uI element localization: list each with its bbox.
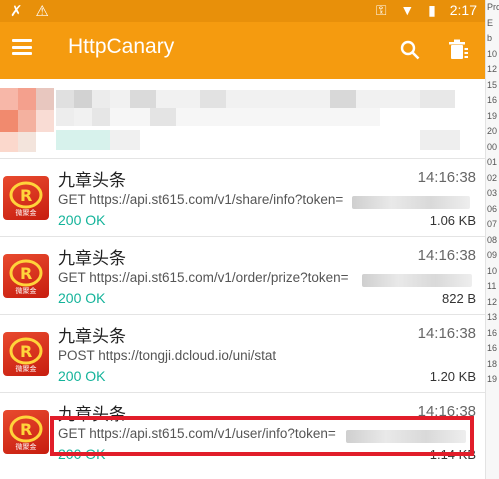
- svg-text:R: R: [20, 420, 32, 439]
- hamburger-menu-icon[interactable]: [12, 39, 32, 55]
- clock: 2:17: [449, 2, 477, 18]
- list-item[interactable]: R 微聚金 九章头条 14:16:38 POST https://tongji.…: [0, 314, 485, 393]
- background-window-label: Pro: [487, 2, 499, 12]
- background-window-label: 10: [487, 48, 498, 59]
- list-item[interactable]: R 微聚金 九章头条 14:16:38 GET https://api.st61…: [0, 158, 485, 237]
- background-window-label: b: [487, 33, 493, 43]
- signal-off-icon: ✗: [10, 2, 23, 20]
- background-window-label: 07: [487, 219, 498, 229]
- highlight-annotation-box: [50, 416, 474, 456]
- app-title: HttpCanary: [68, 35, 175, 58]
- app-logo-icon: R 微聚金: [3, 176, 49, 220]
- background-window-label: 13: [487, 312, 498, 322]
- app-logo-icon: R 微聚金: [3, 410, 49, 454]
- background-window-label: 01: [487, 157, 498, 167]
- svg-text:R: R: [20, 342, 32, 361]
- battery-icon: ▮: [428, 2, 436, 18]
- background-window-label: 06: [487, 203, 498, 214]
- background-window-label: 12: [487, 64, 498, 74]
- background-window-edge: Pro Eb 10 12 15 16 19 20 00 01 02 03 06 07 08 09 10 11 12 1…: [485, 0, 499, 479]
- background-window-label: 16: [487, 327, 498, 338]
- background-window-label: 20: [487, 126, 498, 136]
- list-item[interactable]: R 微聚金 九章头条 14:16:38 GET https://api.st61…: [0, 236, 485, 315]
- response-size: 1.06 KB: [429, 213, 476, 228]
- warning-icon: ⚠: [35, 2, 49, 20]
- svg-text:R: R: [20, 264, 32, 283]
- background-window-label: 00: [487, 141, 498, 152]
- background-window-label: 02: [487, 172, 498, 183]
- redacted-token: [352, 196, 470, 209]
- wifi-icon: ▼: [400, 2, 415, 18]
- trash-icon[interactable]: [447, 39, 469, 65]
- request-time: 14:16:38: [417, 169, 476, 186]
- vpn-key-icon: ⚿: [375, 2, 387, 18]
- background-window-label: 16: [487, 343, 498, 353]
- background-window-label: E: [487, 17, 494, 28]
- app-name: 九章头条: [58, 171, 126, 191]
- app-logo-icon: R 微聚金: [3, 332, 49, 376]
- background-window-label: 18: [487, 358, 498, 369]
- status-badge: 200 OK: [58, 368, 106, 384]
- response-size: 822 B: [442, 291, 476, 306]
- app-bar: HttpCanary: [0, 22, 485, 79]
- background-window-label: 10: [487, 265, 498, 276]
- request-url: GET https://api.st615.com/v1/share/info?…: [58, 192, 344, 207]
- status-bar: ✗ ⚠ ⚿ ▼ ▮ 2:17: [0, 0, 485, 22]
- request-time: 14:16:38: [417, 247, 476, 264]
- background-window-label: 09: [487, 250, 498, 260]
- response-size: 1.20 KB: [429, 369, 476, 384]
- redacted-token: [362, 274, 472, 287]
- search-icon[interactable]: [400, 40, 420, 64]
- pixelated-redacted-entry: [0, 80, 485, 158]
- app-name: 九章头条: [58, 327, 126, 347]
- background-window-label: 19: [487, 110, 498, 121]
- background-window-label: 08: [487, 234, 498, 245]
- system-tray: ⚿ ▼ ▮ 2:17: [366, 2, 477, 19]
- background-window-label: 03: [487, 188, 498, 198]
- svg-text:R: R: [20, 186, 32, 205]
- status-badge: 200 OK: [58, 212, 106, 228]
- status-badge: 200 OK: [58, 290, 106, 306]
- app-name: 九章头条: [58, 249, 126, 269]
- background-window-label: 11: [487, 281, 497, 291]
- request-time: 14:16:38: [417, 325, 476, 342]
- background-window-label: 19: [487, 374, 498, 384]
- background-window-label: 15: [487, 79, 498, 90]
- app-logo-icon: R 微聚金: [3, 254, 49, 298]
- notification-icons: ✗ ⚠: [10, 2, 49, 20]
- request-url: GET https://api.st615.com/v1/order/prize…: [58, 270, 349, 285]
- request-url: POST https://tongji.dcloud.io/uni/stat: [58, 348, 277, 363]
- background-window-label: 12: [487, 296, 498, 307]
- background-window-label: 16: [487, 95, 498, 105]
